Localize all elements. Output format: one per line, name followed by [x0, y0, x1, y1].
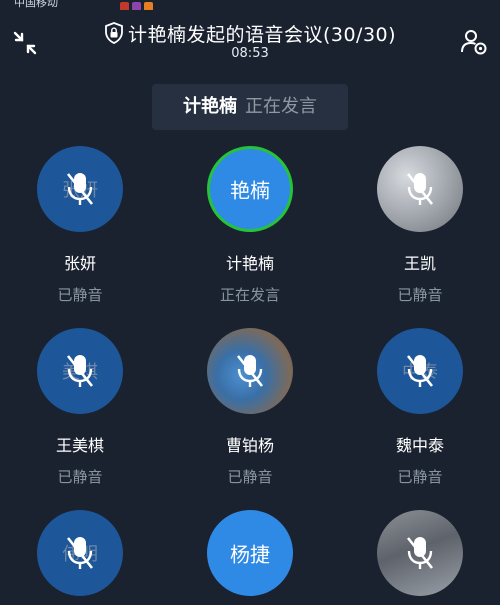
participant-card[interactable] [360, 510, 480, 596]
participant-card[interactable]: 曹铂杨 已静音 [190, 328, 310, 487]
avatar: 张妍 [37, 146, 123, 232]
avatar: 杨捷 [207, 510, 293, 596]
participant-status: 已静音 [57, 286, 103, 304]
muted-mic-icon [406, 537, 434, 569]
avatar-initials: 杨捷 [230, 542, 270, 567]
participant-card[interactable]: 杨捷 [190, 510, 310, 596]
muted-mic-icon [406, 173, 434, 205]
avatar: 伟明 [37, 510, 123, 596]
participant-card[interactable]: 中泰 魏中泰 已静音 [360, 328, 480, 487]
participant-name: 王凯 [403, 254, 436, 273]
muted-mic-icon [66, 537, 94, 569]
avatar-photo [377, 510, 463, 596]
participant-name: 魏中泰 [395, 436, 444, 455]
participant-status: 已静音 [227, 468, 273, 486]
participant-status: 正在发言 [219, 286, 280, 304]
avatar-photo [207, 328, 293, 414]
muted-mic-icon [66, 173, 94, 205]
avatar-initials: 艳楠 [230, 178, 270, 203]
participant-card[interactable]: 张妍 张妍 已静音 [20, 146, 140, 305]
avatar: 艳楠 [207, 146, 293, 232]
participant-card[interactable]: 伟明 [20, 510, 140, 596]
participant-name: 王美棋 [55, 436, 104, 455]
muted-mic-icon [66, 355, 94, 387]
participant-card[interactable]: 美棋 王美棋 已静音 [20, 328, 140, 487]
participant-status: 已静音 [397, 468, 443, 486]
muted-mic-icon [236, 355, 264, 387]
participant-card[interactable]: 王凯 已静音 [360, 146, 480, 305]
participant-status: 已静音 [57, 468, 103, 486]
avatar: 中泰 [377, 328, 463, 414]
participant-status: 已静音 [397, 286, 443, 304]
participant-name: 张妍 [63, 254, 96, 273]
participant-name: 计艳楠 [225, 254, 274, 273]
avatar-photo [377, 146, 463, 232]
participants-grid: 张妍 张妍 已静音 艳楠 计艳楠 正在发言 王凯 [0, 0, 500, 605]
participant-card[interactable]: 艳楠 计艳楠 正在发言 [190, 146, 310, 305]
muted-mic-icon [406, 355, 434, 387]
avatar: 美棋 [37, 328, 123, 414]
participant-name: 曹铂杨 [225, 436, 274, 455]
